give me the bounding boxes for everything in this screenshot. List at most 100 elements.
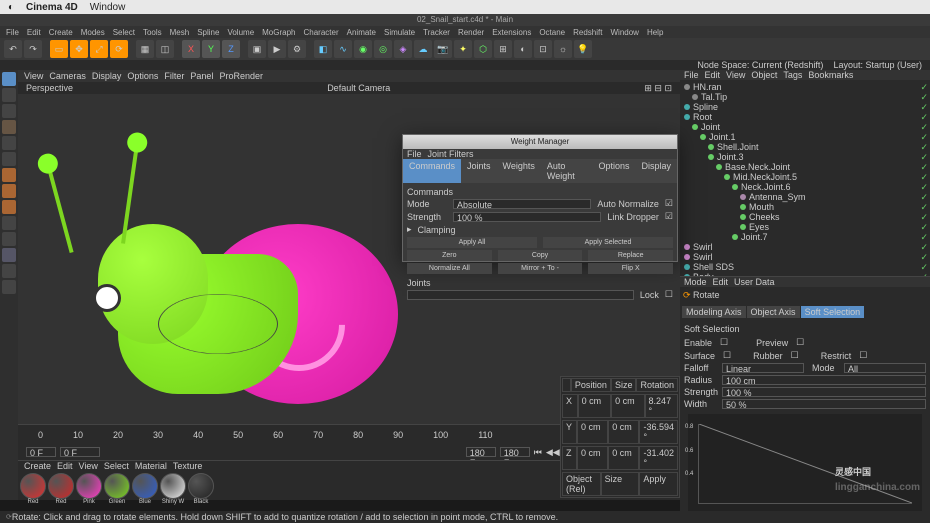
tab-modeling-axis[interactable]: Modeling Axis xyxy=(682,306,746,318)
tree-item-joint[interactable]: Joint✓ xyxy=(682,122,928,132)
tree-item-eyes[interactable]: Eyes✓ xyxy=(682,222,928,232)
tool-btn[interactable]: ▣ xyxy=(248,40,266,58)
material-red[interactable]: Red xyxy=(48,473,74,505)
tab-weights[interactable]: Weights xyxy=(497,159,541,183)
end-frame-a[interactable]: 180 F xyxy=(466,447,496,457)
end-frame-b[interactable]: 180 F xyxy=(500,447,530,457)
flipx-button[interactable]: Flip X xyxy=(588,263,673,274)
poly-mode[interactable] xyxy=(2,200,16,214)
strength-input[interactable]: 100 % xyxy=(453,212,601,222)
deformer-icon[interactable]: ◈ xyxy=(394,40,412,58)
material-black[interactable]: Black xyxy=(188,473,214,505)
material-shiny w[interactable]: Shiny W xyxy=(160,473,186,505)
light-icon[interactable]: ✦ xyxy=(454,40,472,58)
menu-extensions[interactable]: Extensions xyxy=(492,28,531,37)
menu-select[interactable]: Select xyxy=(104,461,129,471)
axis-btn[interactable] xyxy=(2,248,16,262)
undo-button[interactable]: ↶ xyxy=(4,40,22,58)
spline-icon[interactable]: ∿ xyxy=(334,40,352,58)
menu-texture[interactable]: Texture xyxy=(173,461,203,471)
menu-file[interactable]: File xyxy=(6,28,19,37)
material-red[interactable]: Red xyxy=(20,473,46,505)
menu-view[interactable]: View xyxy=(79,461,98,471)
menu-render[interactable]: Render xyxy=(458,28,484,37)
menu-edit[interactable]: Edit xyxy=(27,28,41,37)
link-dropper-check[interactable]: ☑ xyxy=(665,211,673,222)
menu-joint-filters[interactable]: Joint Filters xyxy=(428,149,474,159)
mograph-icon[interactable]: ⬡ xyxy=(474,40,492,58)
obj-rel-select[interactable]: Object (Rel) xyxy=(562,472,601,496)
tree-item-tal-tip[interactable]: Tal.Tip✓ xyxy=(682,92,928,102)
menu-mesh[interactable]: Mesh xyxy=(170,28,190,37)
redo-button[interactable]: ↷ xyxy=(24,40,42,58)
tree-item-cheeks[interactable]: Cheeks✓ xyxy=(682,212,928,222)
tab-joints[interactable]: Joints xyxy=(461,159,497,183)
menu-tracker[interactable]: Tracker xyxy=(423,28,450,37)
point-mode[interactable] xyxy=(2,168,16,182)
mode-btn[interactable] xyxy=(2,216,16,230)
rotate-tool[interactable]: ⟳ xyxy=(110,40,128,58)
menu-material[interactable]: Material xyxy=(135,461,167,471)
tool-btn[interactable]: ◫ xyxy=(156,40,174,58)
apply-button[interactable]: Apply xyxy=(639,472,678,496)
current-frame[interactable]: 0 F xyxy=(60,447,100,457)
weight-manager-dialog[interactable]: Weight Manager FileJoint Filters Command… xyxy=(402,134,678,262)
menu-options[interactable]: Options xyxy=(127,71,158,81)
tree-item-antenna-sym[interactable]: Antenna_Sym✓ xyxy=(682,192,928,202)
size-mode-select[interactable]: Size xyxy=(601,472,640,496)
camera-icon[interactable]: 📷 xyxy=(434,40,452,58)
menu-view[interactable]: View xyxy=(726,70,745,80)
mode-btn[interactable] xyxy=(2,264,16,278)
menu-volume[interactable]: Volume xyxy=(227,28,254,37)
material-blue[interactable]: Blue xyxy=(132,473,158,505)
menu-user-data[interactable]: User Data xyxy=(734,277,775,287)
rotation-gizmo[interactable] xyxy=(158,294,278,354)
tab-display[interactable]: Display xyxy=(635,159,677,183)
env-icon[interactable]: ☁ xyxy=(414,40,432,58)
mode-select[interactable]: Absolute xyxy=(453,199,591,209)
move-tool[interactable]: ✥ xyxy=(70,40,88,58)
texture-mode[interactable] xyxy=(2,120,16,134)
tree-item-spline[interactable]: Spline✓ xyxy=(682,102,928,112)
replace-button[interactable]: Replace xyxy=(588,250,673,261)
window-menu[interactable]: Window xyxy=(90,2,126,13)
tree-item-joint-7[interactable]: Joint.7✓ xyxy=(682,232,928,242)
menu-tags[interactable]: Tags xyxy=(783,70,802,80)
menu-bookmarks[interactable]: Bookmarks xyxy=(808,70,853,80)
menu-create[interactable]: Create xyxy=(24,461,51,471)
menu-filter[interactable]: Filter xyxy=(164,71,184,81)
menu-file[interactable]: File xyxy=(684,70,699,80)
generator-icon[interactable]: ◎ xyxy=(374,40,392,58)
prev-key-icon[interactable]: ◀◀ xyxy=(546,447,560,458)
menu-prorender[interactable]: ProRender xyxy=(219,71,263,81)
menu-mograph[interactable]: MoGraph xyxy=(262,28,295,37)
menu-animate[interactable]: Animate xyxy=(347,28,376,37)
dialog-titlebar[interactable]: Weight Manager xyxy=(403,135,677,149)
tree-item-hn-ran[interactable]: HN.ran✓ xyxy=(682,82,928,92)
tree-item-mouth[interactable]: Mouth✓ xyxy=(682,202,928,212)
menu-select[interactable]: Select xyxy=(113,28,135,37)
tree-item-joint-1[interactable]: Joint.1✓ xyxy=(682,132,928,142)
tab-commands[interactable]: Commands xyxy=(403,159,461,183)
mode-btn[interactable] xyxy=(2,152,16,166)
tab-options[interactable]: Options xyxy=(592,159,635,183)
tool-btn[interactable]: ⊞ xyxy=(494,40,512,58)
lock-check[interactable]: ☐ xyxy=(665,289,673,300)
tool-btn[interactable]: ⚙ xyxy=(288,40,306,58)
app-name[interactable]: Cinema 4D xyxy=(26,2,78,13)
x-axis[interactable]: X xyxy=(182,40,200,58)
object-hierarchy[interactable]: HN.ran✓Tal.Tip✓Spline✓Root✓Joint✓Joint.1… xyxy=(680,80,930,276)
menu-create[interactable]: Create xyxy=(49,28,73,37)
goto-start-icon[interactable]: ⏮ xyxy=(534,447,542,458)
tool-btn[interactable]: ▦ xyxy=(136,40,154,58)
mode-btn[interactable] xyxy=(2,104,16,118)
tree-item-neck-joint-6[interactable]: Neck.Joint.6✓ xyxy=(682,182,928,192)
tool-btn[interactable]: ⊡ xyxy=(534,40,552,58)
start-frame[interactable]: 0 F xyxy=(26,447,56,457)
tree-item-swirl[interactable]: Swirl✓ xyxy=(682,242,928,252)
menu-octane[interactable]: Octane xyxy=(539,28,565,37)
mode-btn[interactable] xyxy=(2,136,16,150)
menu-window[interactable]: Window xyxy=(610,28,638,37)
menu-view[interactable]: View xyxy=(24,71,43,81)
y-axis[interactable]: Y xyxy=(202,40,220,58)
